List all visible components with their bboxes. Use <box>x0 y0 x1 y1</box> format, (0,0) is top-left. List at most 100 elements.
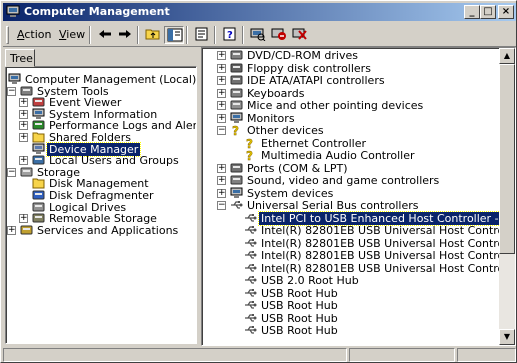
console-tree-item[interactable]: + Services and Applications <box>7 224 180 237</box>
minimize-button[interactable]: _ <box>464 5 480 19</box>
device-tree-item[interactable]: Intel(R) 82801EB USB Universal Host Cont… <box>244 262 515 275</box>
uninstall-device-button[interactable] <box>290 26 310 44</box>
device-tree-item[interactable]: −? Other devices <box>217 124 326 138</box>
title-bar[interactable]: Computer Management _ □ × <box>3 3 516 21</box>
tree-label: System devices <box>247 186 334 200</box>
tree-label: Other devices <box>247 124 324 137</box>
removable-icon <box>32 213 45 223</box>
vertical-scrollbar[interactable]: ▲ ▼ <box>499 48 515 345</box>
event-viewer-icon <box>32 97 45 107</box>
expand-icon[interactable]: + <box>217 88 226 98</box>
expand-icon[interactable]: + <box>217 76 226 85</box>
console-tree[interactable]: Computer Management (Local) − System Tools… <box>5 66 197 344</box>
expand-icon[interactable]: + <box>217 163 226 173</box>
disable-device-icon <box>271 28 286 40</box>
sound-icon <box>230 174 243 186</box>
device-tree-item[interactable]: USB Root Hub <box>244 312 340 325</box>
tree-label: Mice and other pointing devices <box>247 99 424 112</box>
computer-icon <box>8 73 21 85</box>
device-tree-item[interactable]: ? Multimedia Audio Controller <box>244 149 417 163</box>
device-tree-item[interactable]: ? Ethernet Controller <box>244 136 368 150</box>
system-devices-icon <box>230 187 243 198</box>
ide-icon <box>230 74 243 86</box>
shared-folder-icon <box>32 132 45 143</box>
device-tree-item[interactable]: + Keyboards <box>217 87 306 100</box>
scroll-down-button[interactable]: ▼ <box>499 329 515 345</box>
device-tree-item[interactable]: Intel(R) 82801EB USB Universal Host Cont… <box>244 224 515 237</box>
tree-label: Intel(R) 82801EB USB Universal Host Cont… <box>261 249 515 262</box>
collapse-icon[interactable]: − <box>217 201 226 210</box>
device-tree-item[interactable]: USB Root Hub <box>244 287 340 300</box>
help-button[interactable]: ? <box>220 26 240 44</box>
svg-text:?: ? <box>246 149 253 161</box>
back-button[interactable] <box>95 26 115 44</box>
disable-device-button[interactable] <box>269 26 289 44</box>
device-tree-item[interactable]: + Ports (COM & LPT) <box>217 162 350 175</box>
expand-icon[interactable]: + <box>19 98 28 108</box>
computer-management-icon <box>6 5 20 17</box>
collapse-icon[interactable]: − <box>7 167 16 177</box>
expand-icon[interactable]: + <box>217 63 226 73</box>
up-folder-icon <box>145 29 160 40</box>
expand-icon[interactable]: + <box>7 225 16 235</box>
properties-button[interactable] <box>192 26 212 44</box>
ide-icon <box>230 75 243 85</box>
up-one-level-button[interactable] <box>143 26 163 44</box>
maximize-button[interactable]: □ <box>480 5 496 19</box>
forward-button[interactable] <box>115 26 135 44</box>
device-tree-item[interactable]: − Universal Serial Bus controllers <box>217 199 420 212</box>
expand-icon[interactable]: + <box>217 51 226 60</box>
event-viewer-icon <box>32 96 45 108</box>
device-tree-item[interactable]: Intel(R) 82801EB USB Universal Host Cont… <box>244 249 515 262</box>
device-tree-item[interactable]: Intel PCI to USB Enhanced Host Controlle… <box>244 210 515 226</box>
expand-icon[interactable]: + <box>19 121 28 131</box>
tab-tree[interactable]: Tree <box>5 49 35 67</box>
expand-icon[interactable]: + <box>217 188 226 198</box>
menu-view[interactable]: View <box>59 28 85 41</box>
device-tree-item[interactable]: + DVD/CD-ROM drives <box>217 49 360 62</box>
device-tree[interactable]: + DVD/CD-ROM drives + Floppy disk controlle… <box>202 48 515 345</box>
expand-icon[interactable]: + <box>217 113 226 123</box>
device-tree-item[interactable]: + Sound, video and game controllers <box>217 174 441 187</box>
storage-icon <box>20 167 33 177</box>
close-button[interactable]: × <box>498 5 514 19</box>
device-tree-item[interactable]: + Monitors <box>217 112 297 125</box>
tree-label: Intel PCI to USB Enhanced Host Controlle… <box>257 210 515 226</box>
scroll-thumb[interactable] <box>499 64 515 254</box>
device-tree-item[interactable]: USB Root Hub <box>244 299 340 312</box>
expand-icon[interactable]: + <box>19 133 28 142</box>
device-tree-item[interactable]: USB Root Hub <box>244 324 340 337</box>
unknown-device-icon: ? <box>244 149 257 163</box>
performance-icon <box>32 119 45 131</box>
collapse-icon[interactable]: − <box>217 126 226 135</box>
tree-label: Sound, video and game controllers <box>247 174 440 187</box>
usb-icon <box>245 251 257 259</box>
expand-icon[interactable]: + <box>19 109 28 119</box>
computer-management-window: Computer Management _ □ × Action View ? <box>0 0 517 363</box>
tree-label: IDE ATA/ATAPI controllers <box>247 74 385 87</box>
scroll-up-button[interactable]: ▲ <box>499 48 515 64</box>
back-arrow-icon <box>99 30 111 38</box>
show-hide-tree-button[interactable] <box>164 26 184 44</box>
expand-icon[interactable]: + <box>19 156 28 166</box>
device-tree-item[interactable]: Intel(R) 82801EB USB Universal Host Cont… <box>244 237 515 250</box>
toolbar-grip[interactable] <box>6 26 9 44</box>
storage-icon <box>20 166 33 178</box>
expand-icon[interactable]: + <box>217 176 226 185</box>
toolbar-separator <box>186 26 188 44</box>
device-list-pane: + DVD/CD-ROM drives + Floppy disk controlle… <box>201 47 516 346</box>
scan-hardware-button[interactable] <box>248 26 268 44</box>
device-tree-item[interactable]: + IDE ATA/ATAPI controllers <box>217 74 387 87</box>
device-tree-item[interactable]: USB 2.0 Root Hub <box>244 274 361 287</box>
device-tree-item[interactable]: + System devices <box>217 186 335 200</box>
performance-icon <box>32 120 45 130</box>
device-tree-item[interactable]: + Floppy disk controllers <box>217 62 373 75</box>
expand-icon[interactable]: + <box>217 101 226 110</box>
unknown-device-icon: ? <box>246 136 253 150</box>
port-icon <box>230 163 243 172</box>
device-tree-item[interactable]: + Mice and other pointing devices <box>217 99 425 112</box>
expand-icon[interactable]: + <box>19 214 28 224</box>
menu-action[interactable]: Action <box>17 28 51 41</box>
collapse-icon[interactable]: − <box>7 86 16 96</box>
unknown-device-icon: ? <box>230 124 243 138</box>
